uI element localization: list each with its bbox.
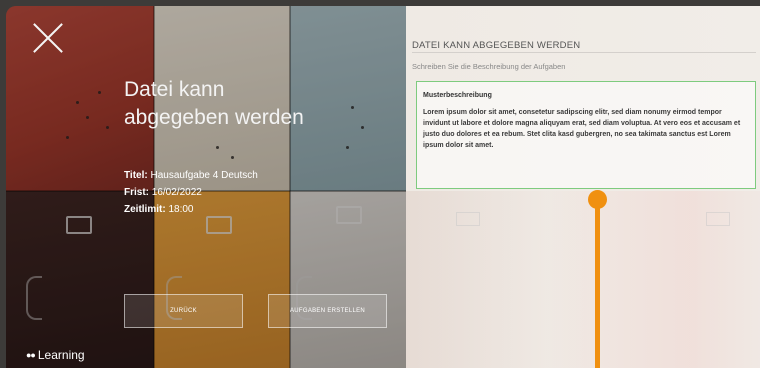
close-icon[interactable] xyxy=(32,22,64,54)
back-button[interactable]: ZURÜCK xyxy=(124,294,243,328)
form-title: DATEI KANN ABGEGEBEN WERDEN xyxy=(412,40,581,51)
resize-handle-knob[interactable] xyxy=(588,190,607,209)
brand-name: Learning xyxy=(37,348,85,362)
locker-label-slot xyxy=(456,212,480,226)
resize-handle-line[interactable] xyxy=(595,200,600,368)
detail-deadline: Frist: 16/02/2022 xyxy=(124,187,202,198)
app-frame: Datei kann abgegeben werden Titel: Hausa… xyxy=(6,6,760,368)
form-subtitle: Schreiben Sie die Beschreibung der Aufga… xyxy=(412,62,566,71)
assignment-details: Titel: Hausaufgabe 4 Deutsch Frist: 16/0… xyxy=(124,167,258,218)
description-text: Lorem ipsum dolor sit amet, consetetur s… xyxy=(423,109,741,149)
locker-label-slot xyxy=(706,212,730,226)
detail-title: Titel: Hausaufgabe 4 Deutsch xyxy=(124,170,258,181)
title-divider xyxy=(412,52,756,53)
description-textarea[interactable]: Musterbeschreibung Lorem ipsum dolor sit… xyxy=(416,81,756,189)
brand-logo: ●● Learning xyxy=(26,348,85,362)
page-headline: Datei kann abgegeben werden xyxy=(124,78,304,129)
create-tasks-button[interactable]: AUFGABEN ERSTELLEN xyxy=(268,294,387,328)
description-heading: Musterbeschreibung xyxy=(423,92,492,99)
brand-dots-icon: ●● xyxy=(26,350,36,360)
detail-time-limit: Zeitlimit: 18:00 xyxy=(124,204,194,215)
